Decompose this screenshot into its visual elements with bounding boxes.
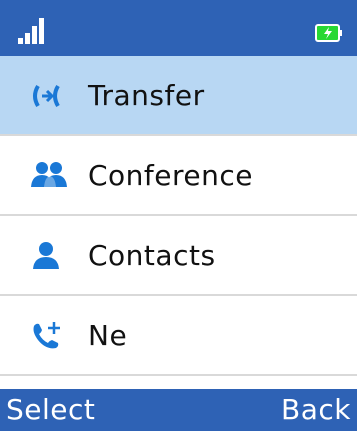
menu-item-transfer[interactable]: Transfer	[0, 56, 357, 136]
menu-item-new-call[interactable]: Ne	[0, 296, 357, 376]
menu-item-label: Conference	[88, 159, 254, 192]
new-call-icon	[30, 320, 70, 352]
transfer-icon	[30, 80, 70, 112]
signal-strength-icon	[18, 18, 58, 44]
battery-charging-icon	[315, 24, 343, 42]
menu-item-label: Transfer	[88, 79, 205, 112]
contacts-icon	[30, 240, 70, 272]
back-softkey[interactable]: Back	[281, 393, 351, 427]
menu-item-label: Contacts	[88, 239, 216, 272]
call-options-menu: Transfer Conference Contacts Ne	[0, 56, 357, 376]
softkey-bar: Select Back	[0, 389, 357, 431]
menu-item-label: Ne	[88, 319, 128, 352]
menu-item-contacts[interactable]: Contacts	[0, 216, 357, 296]
select-softkey[interactable]: Select	[6, 393, 95, 427]
status-bar	[0, 0, 357, 56]
menu-item-conference[interactable]: Conference	[0, 136, 357, 216]
conference-icon	[30, 160, 70, 192]
